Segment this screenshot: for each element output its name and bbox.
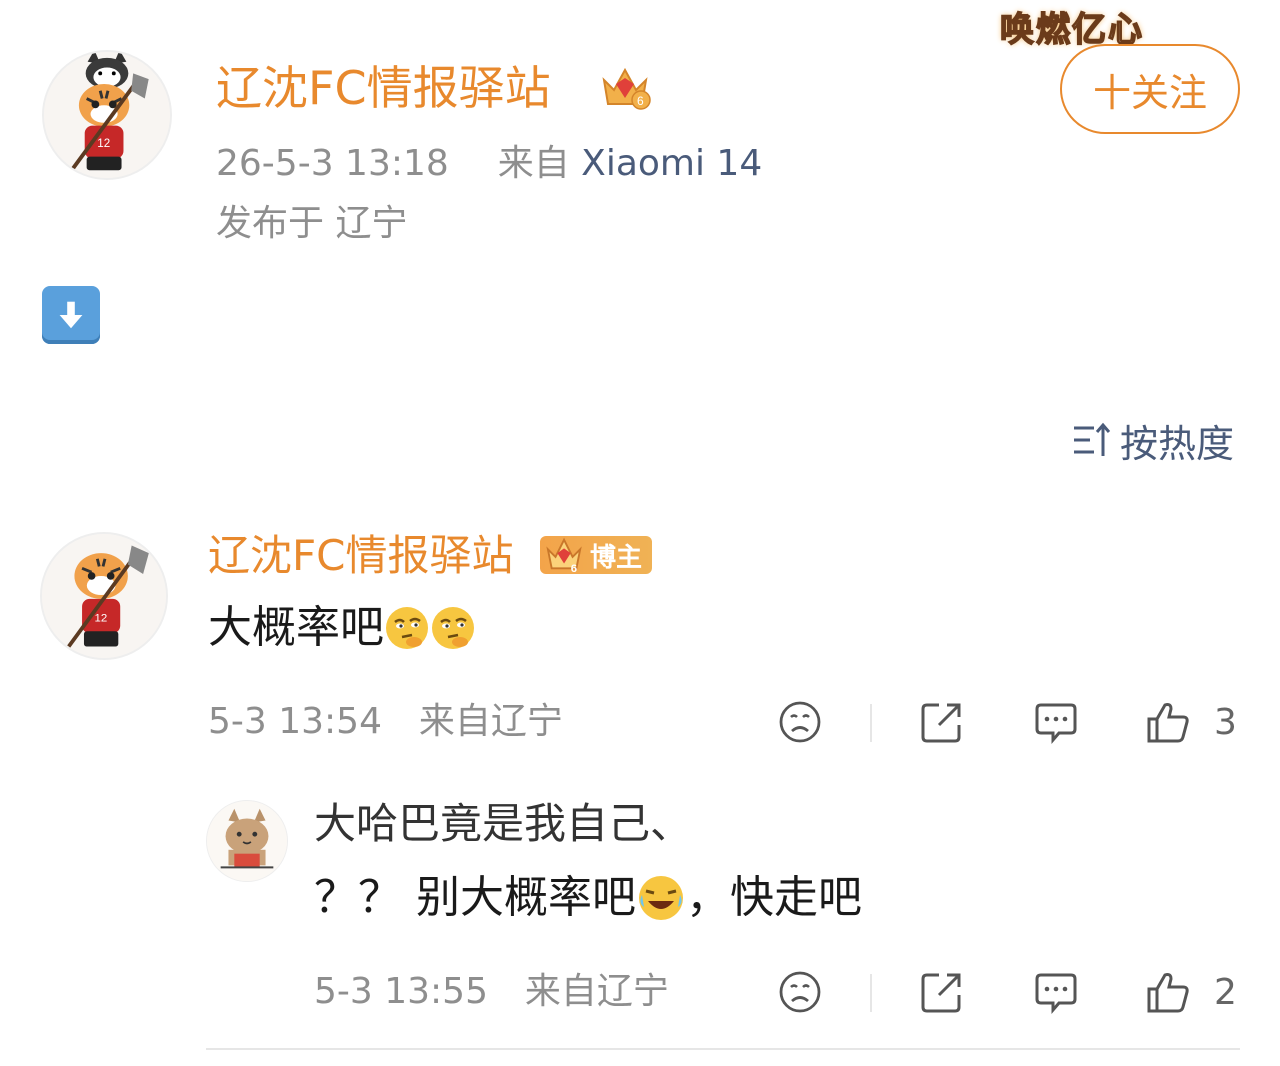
post-source-prefix: 来自 (497, 143, 570, 184)
down-arrow-icon (42, 286, 100, 344)
like-button[interactable]: 2 (1144, 968, 1237, 1016)
share-icon[interactable] (918, 968, 966, 1016)
comment-from: 来自辽宁 (418, 701, 563, 742)
post-time: 26-5-3 13:18 (216, 143, 449, 184)
thumbs-up-icon (1144, 968, 1192, 1016)
svg-text:6: 6 (637, 94, 644, 108)
comment-text-content: 大概率吧 (208, 602, 384, 653)
like-button[interactable]: 3 (1144, 698, 1237, 746)
comment-text: 大概率吧 (208, 598, 476, 658)
follow-label: 十关注 (1092, 70, 1207, 115)
post-location: 发布于 辽宁 (216, 203, 408, 244)
svg-text:6: 6 (571, 563, 577, 574)
sort-control[interactable]: 按热度 (1070, 416, 1234, 466)
bottom-separator (206, 1048, 1240, 1050)
dislike-face-icon[interactable] (776, 698, 824, 746)
like-count: 2 (1214, 971, 1237, 1013)
reply-time: 5-3 13:55 (314, 971, 488, 1012)
comment-meta: 5-3 13:54 来自辽宁 (208, 698, 563, 746)
action-divider (870, 974, 872, 1012)
follow-button[interactable]: 十关注 (1060, 44, 1240, 134)
comment-icon[interactable] (1032, 968, 1080, 1016)
like-count: 3 (1214, 701, 1237, 743)
post-meta: 26-5-3 13:18 来自 Xiaomi 14 (216, 140, 762, 188)
watermark: 唤燃亿心 (999, 9, 1144, 51)
comment-time: 5-3 13:54 (208, 701, 382, 742)
thinking-face-icon (430, 605, 476, 651)
post-device[interactable]: Xiaomi 14 (581, 143, 762, 184)
action-divider (870, 704, 872, 742)
comment-avatar[interactable]: 12 (40, 532, 168, 660)
comment-icon[interactable] (1032, 698, 1080, 746)
reply-author[interactable]: 大哈巴竟是我自己、 (314, 796, 692, 852)
vip-crown-icon: 6 (546, 537, 582, 574)
reply-text: ？？ 别大概率吧 ，快走吧 (314, 868, 862, 928)
blogger-badge-label: 博主 (590, 542, 643, 573)
reply-avatar[interactable] (206, 800, 288, 882)
laughing-crying-icon (636, 873, 686, 923)
reply-text-before: ？？ 别大概率吧 (314, 872, 636, 923)
author-name[interactable]: 辽沈FC情报驿站 (216, 58, 551, 118)
reply-from: 来自辽宁 (524, 971, 669, 1012)
sort-label: 按热度 (1120, 421, 1235, 466)
svg-text:12: 12 (97, 137, 110, 150)
reply-text-after: ，快走吧 (686, 872, 862, 923)
comment-author[interactable]: 辽沈FC情报驿站 (208, 528, 514, 584)
thumbs-up-icon (1144, 698, 1192, 746)
svg-text:12: 12 (94, 613, 107, 625)
vip-crown-icon: 6 (598, 62, 652, 112)
sort-icon (1070, 418, 1114, 462)
share-icon[interactable] (918, 698, 966, 746)
author-badge: 6 博主 (540, 536, 653, 574)
thinking-face-icon (384, 605, 430, 651)
dislike-face-icon[interactable] (776, 968, 824, 1016)
reply-meta: 5-3 13:55 来自辽宁 (314, 968, 669, 1016)
author-avatar[interactable]: 12 (42, 50, 172, 180)
